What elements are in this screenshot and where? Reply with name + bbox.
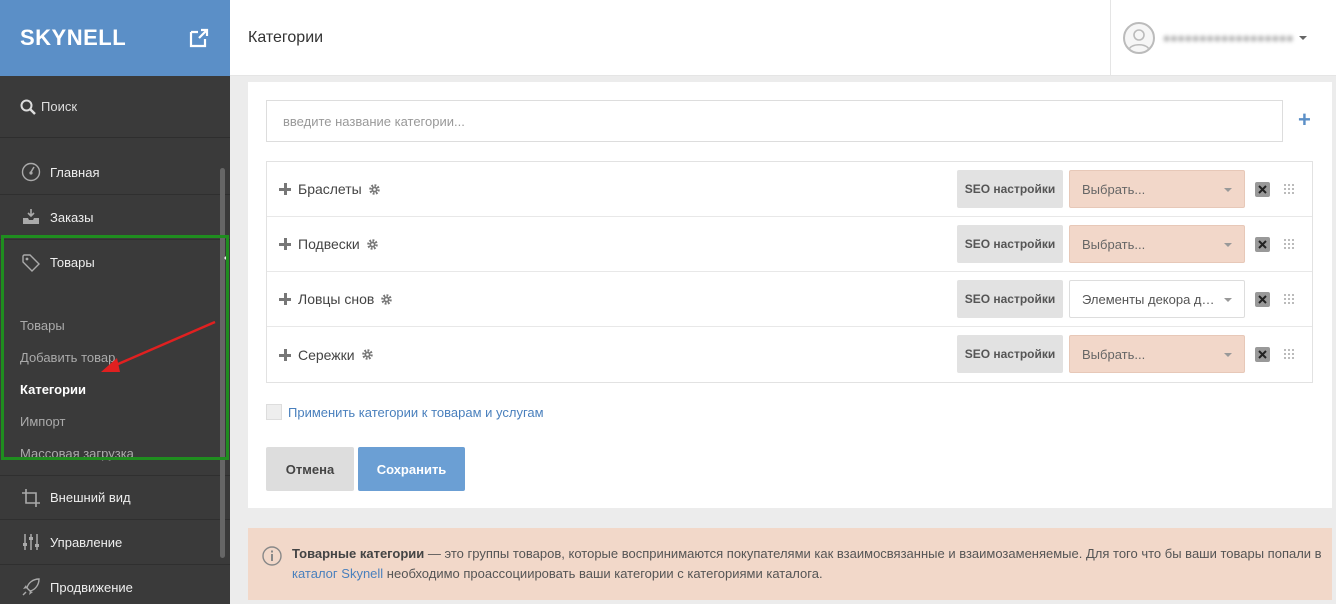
- chevron-down-icon: [1224, 298, 1232, 302]
- chevron-down-icon: [1224, 188, 1232, 192]
- submenu-item-categories[interactable]: Категории: [20, 373, 230, 405]
- category-row: Подвески SEO настройки Выбрать...: [267, 217, 1312, 272]
- chevron-down-icon: [1224, 243, 1232, 247]
- sidebar-item-label: Продвижение: [50, 579, 133, 595]
- info-text-2: необходимо проассоциировать ваши категор…: [383, 566, 823, 581]
- username-blurred[interactable]: ●●●●●●●●●●●●●●●●●●: [1163, 31, 1293, 45]
- category-name-input[interactable]: [266, 100, 1283, 142]
- category-name[interactable]: Сережки: [298, 347, 355, 363]
- logo-bar: SKYNELL: [0, 0, 230, 76]
- sidebar-item-orders[interactable]: Заказы: [0, 195, 230, 240]
- category-row: Браслеты SEO настройки Выбрать...: [267, 162, 1312, 217]
- active-caret: [224, 253, 229, 263]
- tag-icon: [20, 252, 42, 274]
- rocket-icon: [20, 576, 42, 598]
- sliders-icon: [20, 531, 42, 553]
- catalog-link[interactable]: каталог Skynell: [292, 566, 383, 581]
- expand-plus-icon[interactable]: [279, 348, 291, 361]
- select-value: Элементы декора для дома: [1082, 291, 1222, 307]
- delete-button[interactable]: [1255, 347, 1270, 362]
- sidebar-item-home[interactable]: Главная: [0, 150, 230, 195]
- submenu-item-bulk-upload[interactable]: Массовая загрузка: [20, 437, 230, 469]
- category-row: Ловцы снов SEO настройки Элементы декора…: [267, 272, 1312, 327]
- delete-button[interactable]: [1255, 292, 1270, 307]
- gear-icon[interactable]: [368, 183, 381, 196]
- submenu-item-import[interactable]: Импорт: [20, 405, 230, 437]
- close-icon: [1258, 240, 1267, 249]
- apply-categories-row: Применить категории к товарам и услугам: [266, 404, 544, 420]
- delete-button[interactable]: [1255, 237, 1270, 252]
- cancel-button[interactable]: Отмена: [266, 447, 354, 491]
- catalog-category-select[interactable]: Выбрать...: [1069, 225, 1245, 263]
- catalog-category-select[interactable]: Выбрать...: [1069, 335, 1245, 373]
- gear-icon[interactable]: [380, 293, 393, 306]
- gear-icon[interactable]: [361, 348, 374, 361]
- sidebar-item-management[interactable]: Управление: [0, 520, 230, 565]
- top-header: Категории ●●●●●●●●●●●●●●●●●●: [230, 0, 1336, 76]
- category-name[interactable]: Ловцы снов: [298, 291, 374, 307]
- category-row: Сережки SEO настройки Выбрать...: [267, 327, 1312, 382]
- submenu-item-add-product[interactable]: Добавить товар: [20, 341, 230, 373]
- save-button[interactable]: Сохранить: [358, 447, 465, 491]
- add-category-button[interactable]: +: [1298, 109, 1316, 131]
- expand-plus-icon[interactable]: [279, 238, 291, 250]
- sidebar-item-products[interactable]: Товары: [0, 240, 230, 285]
- sidebar-item-label: Управление: [50, 534, 123, 550]
- close-icon: [1258, 185, 1267, 194]
- apply-categories-checkbox[interactable]: [266, 404, 282, 420]
- sidebar-item-label: Товары: [50, 255, 95, 270]
- chevron-down-icon: [1224, 353, 1232, 357]
- submenu-item-products[interactable]: Товары: [20, 309, 230, 341]
- dashboard-icon: [20, 161, 42, 183]
- close-icon: [1258, 350, 1267, 359]
- sidebar-search[interactable]: Поиск: [0, 76, 230, 138]
- seo-settings-button[interactable]: SEO настройки: [957, 280, 1063, 318]
- apply-categories-label[interactable]: Применить категории к товарам и услугам: [288, 405, 544, 420]
- category-name[interactable]: Подвески: [298, 236, 360, 252]
- search-label: Поиск: [41, 99, 78, 114]
- category-name[interactable]: Браслеты: [298, 181, 362, 197]
- page-title: Категории: [248, 29, 324, 46]
- gear-icon[interactable]: [366, 238, 379, 251]
- info-icon: [262, 546, 282, 566]
- inbox-icon: [20, 206, 42, 228]
- chevron-down-icon[interactable]: [1299, 36, 1308, 40]
- sidebar-item-promotion[interactable]: Продвижение: [0, 565, 230, 604]
- sidebar-item-appearance[interactable]: Внешний вид: [0, 475, 230, 520]
- avatar[interactable]: [1123, 22, 1155, 54]
- seo-settings-button[interactable]: SEO настройки: [957, 335, 1063, 373]
- products-submenu: Товары Добавить товар Категории Импорт М…: [0, 285, 230, 475]
- drag-handle-icon[interactable]: [1283, 238, 1295, 250]
- user-icon: [1128, 29, 1150, 51]
- info-title: Товарные категории: [292, 546, 425, 561]
- drag-handle-icon[interactable]: [1283, 293, 1295, 305]
- select-value: Выбрать...: [1082, 236, 1146, 252]
- user-menu[interactable]: ●●●●●●●●●●●●●●●●●●: [1110, 0, 1336, 76]
- catalog-category-select[interactable]: Элементы декора для дома: [1069, 280, 1245, 318]
- info-text-1: — это группы товаров, которые воспринима…: [424, 546, 1322, 561]
- seo-settings-button[interactable]: SEO настройки: [957, 170, 1063, 208]
- close-icon: [1258, 295, 1267, 304]
- sidebar: SKYNELL Поиск Главная Заказы Товары Това…: [0, 0, 230, 604]
- delete-button[interactable]: [1255, 182, 1270, 197]
- expand-plus-icon[interactable]: [279, 183, 291, 195]
- drag-handle-icon[interactable]: [1283, 348, 1295, 360]
- drag-handle-icon[interactable]: [1283, 183, 1295, 195]
- logo[interactable]: SKYNELL: [20, 25, 126, 51]
- search-icon: [20, 99, 36, 115]
- sidebar-item-label: Заказы: [50, 209, 94, 225]
- sidebar-scrollbar[interactable]: [220, 168, 225, 558]
- sidebar-item-label: Внешний вид: [50, 490, 131, 505]
- sidebar-item-label: Главная: [50, 164, 100, 180]
- select-value: Выбрать...: [1082, 181, 1146, 197]
- crop-icon: [20, 487, 42, 509]
- external-link-icon[interactable]: [188, 27, 210, 49]
- categories-panel: + Браслеты SEO настройки Выбрать... Подв…: [248, 82, 1332, 508]
- seo-settings-button[interactable]: SEO настройки: [957, 225, 1063, 263]
- expand-plus-icon[interactable]: [279, 293, 291, 305]
- select-value: Выбрать...: [1082, 346, 1146, 362]
- info-box: Товарные категории — это группы товаров,…: [248, 528, 1332, 600]
- category-list: Браслеты SEO настройки Выбрать... Подвес…: [266, 161, 1313, 383]
- catalog-category-select[interactable]: Выбрать...: [1069, 170, 1245, 208]
